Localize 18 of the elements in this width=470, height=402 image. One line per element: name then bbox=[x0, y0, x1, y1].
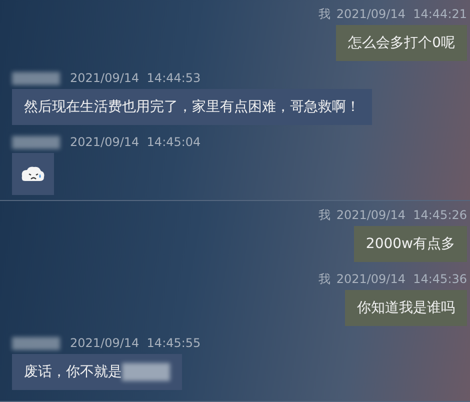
message-time: 2021/09/14 14:45:55 bbox=[70, 336, 201, 350]
message-text: 你知道我是谁吗 bbox=[357, 299, 455, 317]
sad-cloud-icon bbox=[21, 165, 45, 183]
message-time: 2021/09/14 14:45:26 bbox=[336, 208, 467, 222]
message-text: 怎么会多打个0呢 bbox=[348, 34, 455, 52]
blurred-name bbox=[12, 72, 60, 84]
message-time: 2021/09/14 14:45:04 bbox=[70, 135, 201, 149]
sender-name: 我 bbox=[318, 206, 330, 224]
message-time: 2021/09/14 14:44:21 bbox=[336, 7, 467, 21]
sender-name: 我 bbox=[318, 270, 330, 288]
message-time: 2021/09/14 14:45:36 bbox=[336, 272, 467, 286]
message-text: 2000w有点多 bbox=[366, 235, 455, 253]
message-text: 废话，你不就是 bbox=[24, 363, 122, 381]
blurred-name bbox=[12, 336, 60, 350]
message-time: 2021/09/14 14:44:53 bbox=[70, 71, 201, 85]
blurred-name bbox=[12, 136, 60, 148]
message-text: 然后现在生活费也用完了，家里有点困难，哥急救啊！ bbox=[24, 98, 360, 116]
sender-name: 我 bbox=[318, 6, 330, 22]
